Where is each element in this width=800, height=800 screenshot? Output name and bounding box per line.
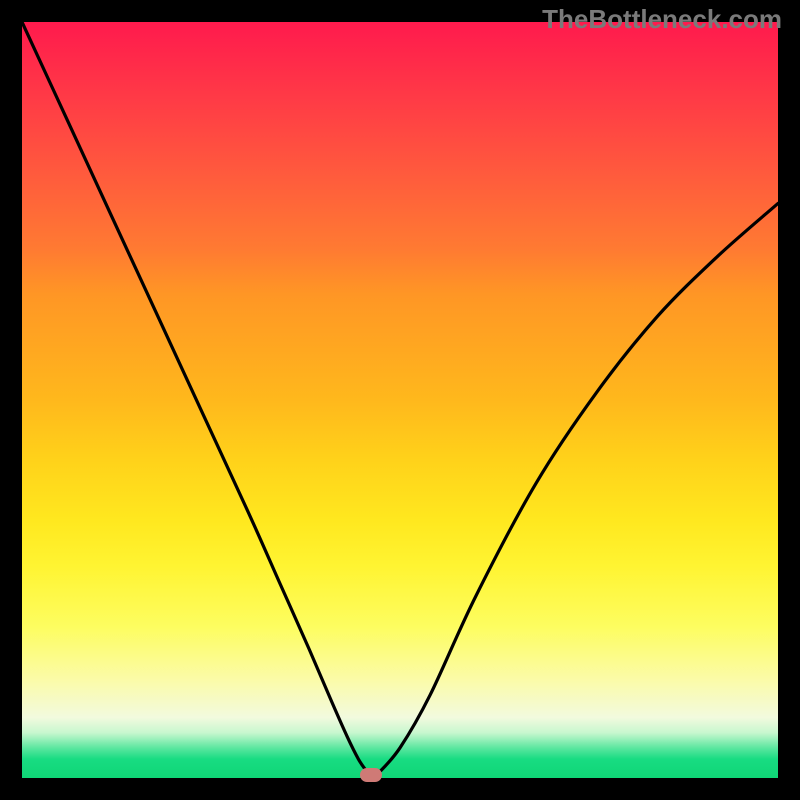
chart-container: TheBottleneck.com: [0, 0, 800, 800]
dip-marker: [360, 768, 382, 782]
watermark-text: TheBottleneck.com: [542, 4, 782, 35]
bottleneck-curve: [22, 22, 778, 778]
plot-area: [22, 22, 778, 778]
